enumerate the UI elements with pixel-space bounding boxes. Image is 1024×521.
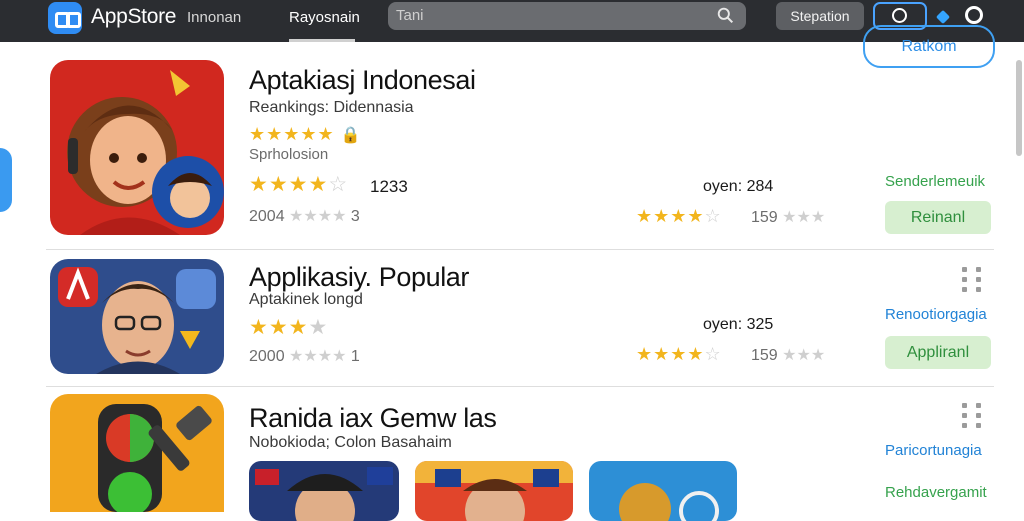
app-3-more-icon[interactable] (962, 403, 984, 429)
app-1-meta-right: 159 ★★★ (751, 209, 826, 226)
app-2-link[interactable]: Renootiorgagia (885, 306, 987, 323)
brand-title[interactable]: AppStore (91, 5, 176, 29)
app-2-more-icon[interactable] (962, 267, 984, 293)
app-1-title[interactable]: Aptakiasj Indonesai (249, 65, 476, 96)
app-3-icon[interactable] (50, 394, 224, 512)
search-input[interactable]: Tani (388, 2, 746, 30)
app-1-star-rating-secondary: ★★★★☆ (636, 206, 722, 226)
top-action-button[interactable]: Stepation (776, 2, 864, 30)
search-icon[interactable] (717, 7, 734, 24)
app-1-top-action-button[interactable]: Ratkom (863, 25, 995, 68)
search-placeholder: Tani (396, 7, 424, 24)
app-1-meta-right-num: 159 (751, 209, 778, 226)
app-3-link-blue[interactable]: Paricortunagia (885, 442, 982, 459)
app-1-secondary-count: oyen: 284 (703, 178, 774, 195)
profile-icon (892, 8, 907, 23)
appstore-logo-icon[interactable] (48, 2, 82, 34)
app-3-screenshot-2[interactable] (415, 461, 573, 521)
app-2-subtitle: Aptakinek longd (249, 291, 363, 308)
app-2-meta-left: 2000 ★★★★ 1 (249, 348, 360, 365)
app-2-meta-left-year: 2000 (249, 348, 285, 365)
app-1-meta-left-year: 2004 (249, 208, 285, 225)
notification-icon[interactable] (935, 9, 951, 25)
app-2-title[interactable]: Applikasiy. Popular (249, 262, 469, 293)
app-2-star-rating: ★★★★ (249, 316, 329, 339)
scrollbar-thumb[interactable] (1016, 60, 1022, 156)
app-2-secondary-count: oyen: 325 (703, 316, 774, 333)
app-1-subtitle: Reankings: Didennasia (249, 99, 414, 116)
app-2-star-rating-secondary: ★★★★☆ (636, 344, 722, 364)
app-1-link[interactable]: Senderlemeuik (885, 173, 985, 190)
nav-tab-2[interactable]: Rayosnain (289, 9, 360, 26)
app-1-meta-left: 2004 ★★★★ 3 (249, 208, 360, 225)
nav-tab-1[interactable]: Innonan (187, 9, 241, 26)
app-3-title[interactable]: Ranida iax Gemw las (249, 403, 497, 434)
app-1-star-rating-small: ★★★★★ 🔒 (249, 124, 362, 144)
app-1-rating-count: 1233 (370, 177, 408, 196)
app-3-screenshot-1[interactable] (249, 461, 399, 521)
app-2-meta-right-num: 159 (751, 347, 778, 364)
divider-1 (46, 249, 994, 250)
app-2-icon[interactable] (50, 259, 224, 374)
app-3-subtitle: Nobokioda; Colon Basahaim (249, 434, 452, 451)
app-1-icon[interactable] (50, 60, 224, 235)
app-3-link-green[interactable]: Rehdavergamit (885, 484, 987, 501)
app-3-screenshot-3[interactable] (589, 461, 737, 521)
app-2-action-button[interactable]: Appliranl (885, 336, 991, 369)
settings-icon[interactable] (965, 6, 983, 24)
app-2-meta-right: 159 ★★★ (751, 347, 826, 364)
app-1-star-rating: ★★★★☆ (249, 173, 349, 196)
side-drawer-handle[interactable] (0, 148, 12, 212)
divider-2 (46, 386, 994, 387)
app-1-action-button[interactable]: Reinanl (885, 201, 991, 234)
app-1-category: Sprholosion (249, 146, 329, 163)
active-tab-indicator (289, 39, 355, 42)
app-2-meta-left-num: 1 (350, 348, 360, 365)
